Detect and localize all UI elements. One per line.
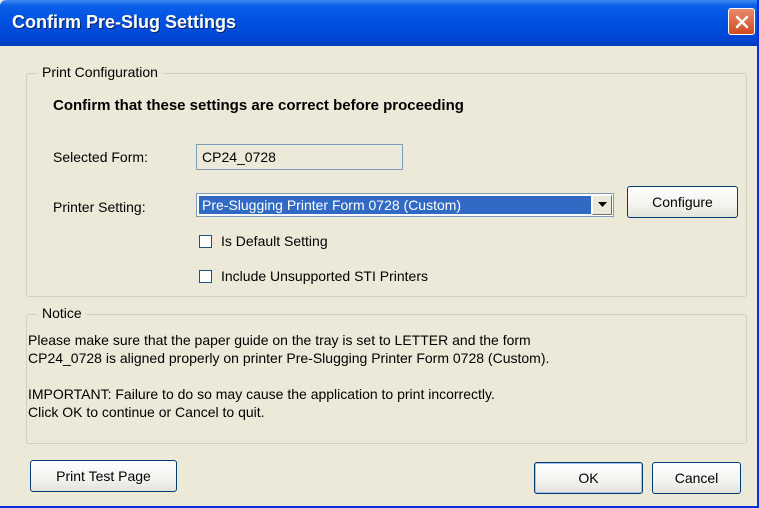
notice-line-4: Click OK to continue or Cancel to quit. [28, 404, 265, 420]
notice-line-2: CP24_0728 is aligned properly on printer… [28, 350, 550, 366]
printer-setting-value: Pre-Slugging Printer Form 0728 (Custom) [199, 196, 591, 214]
ok-button[interactable]: OK [534, 462, 643, 494]
notice-line-1: Please make sure that the paper guide on… [28, 332, 531, 348]
notice-legend: Notice [37, 305, 87, 321]
cancel-button[interactable]: Cancel [652, 462, 741, 494]
print-configuration-legend: Print Configuration [37, 64, 163, 80]
printer-setting-select[interactable]: Pre-Slugging Printer Form 0728 (Custom) [196, 193, 614, 217]
configure-button[interactable]: Configure [627, 186, 738, 218]
is-default-setting-label[interactable]: Is Default Setting [221, 233, 328, 249]
chevron-down-icon [597, 202, 607, 207]
is-default-setting-row[interactable]: Is Default Setting [199, 233, 328, 249]
print-test-page-button[interactable]: Print Test Page [30, 460, 177, 492]
selected-form-label: Selected Form: [53, 149, 148, 165]
notice-line-3: IMPORTANT: Failure to do so may cause th… [28, 386, 495, 402]
dropdown-arrow-button[interactable] [592, 195, 612, 215]
include-unsupported-checkbox[interactable] [199, 269, 212, 283]
selected-form-field: CP24_0728 [196, 144, 403, 170]
printer-setting-label: Printer Setting: [53, 199, 146, 215]
is-default-setting-checkbox[interactable] [199, 234, 212, 248]
title-bar[interactable]: Confirm Pre-Slug Settings [0, 0, 757, 46]
confirm-heading: Confirm that these settings are correct … [53, 97, 464, 114]
window-title: Confirm Pre-Slug Settings [12, 12, 237, 32]
close-icon [735, 15, 748, 28]
dialog-window: Confirm Pre-Slug Settings Print Configur… [0, 0, 759, 508]
include-unsupported-row[interactable]: Include Unsupported STI Printers [199, 268, 428, 284]
close-button[interactable] [728, 8, 755, 35]
include-unsupported-label[interactable]: Include Unsupported STI Printers [221, 268, 428, 284]
